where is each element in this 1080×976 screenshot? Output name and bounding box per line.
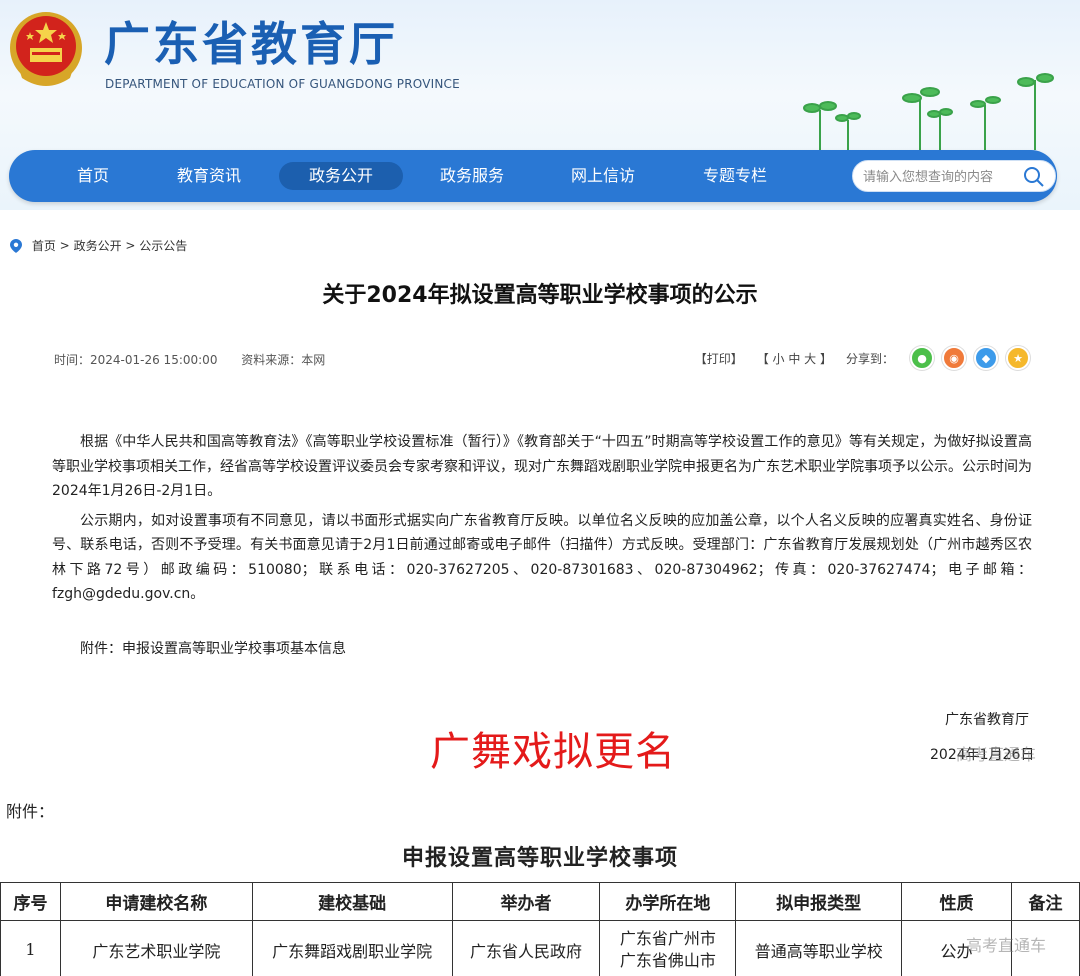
location-pin-icon — [10, 238, 22, 253]
watermark: 高考直通车 — [956, 745, 1037, 764]
wechat-share-icon[interactable]: ● — [910, 346, 934, 370]
article-source: 资料来源：本网 — [241, 353, 326, 367]
column-header: 序号 — [0, 882, 61, 921]
table-title: 申报设置高等职业学校事项 — [401, 845, 678, 871]
attachment-note: 附件：申报设置高等职业学校事项基本信息 — [80, 641, 346, 657]
article-paragraph: 公示期内，如对设置事项有不同意见，请以书面形式据实向广东省教育厅反映。以单位名义… — [52, 512, 1032, 603]
table-cell: 普通高等职业学校 — [735, 920, 903, 976]
qzone-share-icon[interactable]: ★ — [1006, 346, 1030, 370]
breadcrumb-home[interactable]: 首页 — [32, 239, 56, 253]
table-cell: 广东艺术职业学院 — [59, 920, 253, 976]
column-header: 拟申报类型 — [735, 882, 903, 921]
site-subtitle: DEPARTMENT OF EDUCATION OF GUANGDONG PRO… — [105, 77, 460, 91]
table-cell: 广东省人民政府 — [451, 920, 601, 976]
column-header: 申请建校名称 — [59, 882, 253, 921]
table-row: 1 广东艺术职业学院 广东舞蹈戏剧职业学院 广东省人民政府 广东省广州市 广东省… — [0, 920, 1080, 976]
table-cell: 1 — [0, 920, 61, 976]
signature-org: 广东省教育厅 — [945, 712, 1029, 728]
weibo-share-icon[interactable]: ◉ — [942, 346, 966, 370]
share-label: 分享到： — [845, 351, 894, 366]
national-emblem-icon — [10, 12, 82, 86]
nav-item-government-affairs[interactable]: 政务公开 — [279, 162, 403, 190]
column-header: 建校基础 — [251, 882, 453, 921]
article-title: 关于2024年拟设置高等职业学校事项的公示 — [322, 283, 758, 308]
nav-item-services[interactable]: 政务服务 — [416, 162, 528, 190]
column-header: 性质 — [901, 882, 1012, 921]
search-input[interactable] — [863, 167, 1023, 187]
font-size-switcher[interactable]: 【 小 中 大 】 — [757, 350, 832, 367]
article-body: 根据《中华人民共和国高等教育法》《高等职业学校设置标准（暂行）》《教育部关于“十… — [52, 430, 1032, 612]
article-meta: 时间：2024-01-26 15:00:00 资料来源：本网 — [54, 351, 345, 368]
nav-item-petition[interactable]: 网上信访 — [547, 162, 659, 190]
table-cell: 广东省广州市 广东省佛山市 — [599, 920, 737, 976]
attachment-table: 序号 申请建校名称 建校基础 举办者 办学所在地 拟申报类型 性质 备注 1 广… — [0, 882, 1080, 976]
attachment-label: 附件： — [6, 802, 55, 821]
breadcrumb-government-affairs[interactable]: 政务公开 — [74, 239, 122, 253]
table-cell: 广东舞蹈戏剧职业学院 — [251, 920, 453, 976]
sprout-decoration-icon — [803, 73, 1054, 150]
publish-time: 时间：2024-01-26 15:00:00 — [54, 353, 218, 367]
column-header: 备注 — [1011, 882, 1080, 921]
site-title: 广东省教育厅 — [104, 17, 398, 71]
table-header-row: 序号 申请建校名称 建校基础 举办者 办学所在地 拟申报类型 性质 备注 — [0, 882, 1080, 921]
print-button[interactable]: 【打印】 — [695, 350, 743, 367]
article-paragraph: 根据《中华人民共和国高等教育法》《高等职业学校设置标准（暂行）》《教育部关于“十… — [52, 434, 1032, 499]
article-tools: 【打印】 【 小 中 大 】 分享到： ● ◉ ◆ ★ — [681, 344, 1030, 372]
nav-item-news[interactable]: 教育资讯 — [153, 162, 265, 190]
overlay-caption: 广舞戏拟更名 — [430, 729, 676, 775]
breadcrumb-separator: > — [59, 238, 70, 253]
watermark: 高考直通车 — [966, 936, 1047, 955]
breadcrumb-announcements[interactable]: 公示公告 — [139, 239, 187, 253]
column-header: 办学所在地 — [599, 882, 737, 921]
qq-share-icon[interactable]: ◆ — [974, 346, 998, 370]
breadcrumb-separator: > — [125, 238, 136, 253]
search-box — [852, 160, 1056, 192]
column-header: 举办者 — [451, 882, 601, 921]
search-icon[interactable] — [1023, 166, 1045, 188]
nav-item-home[interactable]: 首页 — [37, 162, 149, 190]
breadcrumb: 首页 > 政务公开 > 公示公告 — [10, 237, 187, 254]
nav-item-special-topics[interactable]: 专题专栏 — [679, 162, 791, 190]
